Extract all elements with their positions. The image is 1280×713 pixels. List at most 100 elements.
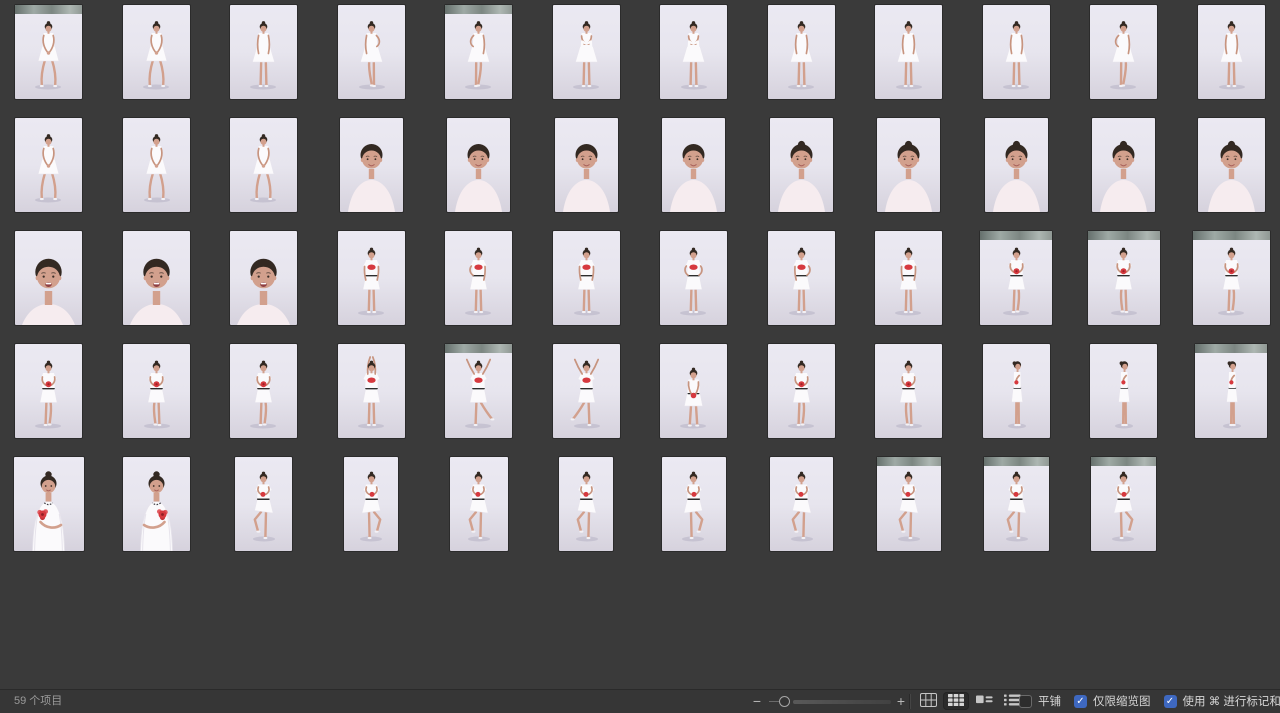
model-photo-figure: [347, 144, 395, 212]
photo-thumbnail[interactable]: [235, 457, 293, 551]
photo-thumbnail[interactable]: [660, 344, 728, 438]
photo-thumbnail[interactable]: [344, 457, 399, 551]
checkbox-option[interactable]: ✓ 仅限缩览图: [1074, 693, 1151, 709]
photo-thumbnail[interactable]: [122, 344, 190, 438]
thumbnail-cell: [1070, 5, 1178, 99]
photo-thumbnail[interactable]: [662, 118, 726, 212]
photo-thumbnail[interactable]: [1192, 231, 1270, 325]
photo-thumbnail[interactable]: [875, 5, 943, 99]
photo-thumbnail[interactable]: [230, 344, 298, 438]
photo-thumbnail[interactable]: [337, 344, 405, 438]
model-photo-figure: [357, 356, 384, 429]
photo-thumbnail[interactable]: [1197, 118, 1265, 212]
photo-thumbnail[interactable]: [15, 5, 83, 99]
photo-thumbnail[interactable]: [1090, 5, 1158, 99]
photo-thumbnail[interactable]: [769, 457, 833, 551]
checkbox-checked-icon[interactable]: ✓: [1163, 694, 1177, 708]
photo-thumbnail[interactable]: [552, 5, 620, 99]
photo-thumbnail[interactable]: [1090, 344, 1158, 438]
thumbnail-cell: [210, 457, 318, 551]
photo-thumbnail[interactable]: [982, 344, 1050, 438]
checkbox-option[interactable]: ✓ 使用 ⌘ 进行标记和评级: [1163, 693, 1280, 709]
photo-thumbnail[interactable]: [660, 5, 728, 99]
photo-thumbnail[interactable]: [445, 231, 513, 325]
checkbox-unchecked-icon[interactable]: [1019, 694, 1032, 708]
thumbnail-row: [0, 231, 1280, 325]
photo-thumbnail[interactable]: [767, 5, 835, 99]
checkbox-checked-icon[interactable]: ✓: [1074, 694, 1087, 708]
photo-thumbnail[interactable]: [1195, 344, 1268, 438]
photo-thumbnail[interactable]: [559, 457, 614, 551]
photo-thumbnail[interactable]: [122, 231, 190, 325]
photo-thumbnail[interactable]: [661, 457, 726, 551]
model-photo-figure: [250, 134, 277, 203]
photo-thumbnail[interactable]: [122, 118, 190, 212]
photo-thumbnail[interactable]: [230, 231, 298, 325]
model-photo-figure: [129, 258, 183, 325]
photo-browser-window: 59 个项目 − + 平铺 ✓ 仅限缩览图 ✓ 使用 ⌘ 进行标记和评级: [0, 0, 1280, 713]
model-photo-figure: [1112, 471, 1135, 542]
photo-thumbnail[interactable]: [552, 344, 620, 438]
photo-thumbnail[interactable]: [877, 118, 941, 212]
photo-thumbnail[interactable]: [337, 231, 405, 325]
photo-thumbnail[interactable]: [1091, 457, 1157, 551]
model-photo-figure: [32, 471, 66, 551]
grid-large-icon: [919, 692, 937, 710]
view-mode-grid-small-button[interactable]: [943, 692, 969, 710]
photo-thumbnail[interactable]: [876, 457, 941, 551]
view-mode-content-list-button[interactable]: [971, 692, 997, 710]
thumbnail-cell: [103, 457, 211, 551]
photo-thumbnail[interactable]: [767, 344, 835, 438]
photo-thumbnail[interactable]: [769, 118, 833, 212]
photo-thumbnail[interactable]: [1087, 231, 1160, 325]
photo-thumbnail[interactable]: [445, 344, 513, 438]
thumbnail-size-slider[interactable]: [767, 690, 891, 712]
thumbnail-cell: [640, 457, 748, 551]
photo-thumbnail[interactable]: [983, 457, 1049, 551]
model-photo-figure: [680, 247, 707, 316]
thumbnail-cell: [963, 457, 1071, 551]
photo-thumbnail[interactable]: [982, 5, 1050, 99]
photo-thumbnail[interactable]: [122, 457, 190, 551]
model-photo-figure: [455, 144, 503, 212]
photo-thumbnail[interactable]: [230, 5, 298, 99]
photo-thumbnail[interactable]: [875, 231, 943, 325]
photo-thumbnail[interactable]: [660, 231, 728, 325]
thumbnail-cell: [533, 118, 641, 212]
model-photo-figure: [573, 247, 600, 316]
photo-thumbnail[interactable]: [15, 344, 83, 438]
photo-thumbnail[interactable]: [445, 5, 513, 99]
photo-thumbnail[interactable]: [449, 457, 508, 551]
photo-thumbnail[interactable]: [337, 5, 405, 99]
photo-thumbnail[interactable]: [13, 457, 84, 551]
photo-thumbnail[interactable]: [1197, 5, 1265, 99]
photo-thumbnail[interactable]: [15, 231, 83, 325]
photo-thumbnail[interactable]: [230, 118, 298, 212]
thumbnail-cell: [425, 118, 533, 212]
photo-thumbnail[interactable]: [552, 231, 620, 325]
photo-thumbnail[interactable]: [980, 231, 1053, 325]
model-photo-figure: [680, 367, 707, 429]
photo-thumbnail[interactable]: [447, 118, 511, 212]
checkbox-option[interactable]: 平铺: [1019, 693, 1061, 709]
model-photo-figure: [898, 471, 921, 542]
photo-thumbnail[interactable]: [984, 118, 1048, 212]
photo-thumbnail[interactable]: [122, 5, 190, 99]
photo-thumbnail[interactable]: [15, 118, 83, 212]
photo-thumbnail[interactable]: [875, 344, 943, 438]
photo-thumbnail[interactable]: [1092, 118, 1156, 212]
view-mode-grid-large-button[interactable]: [915, 692, 941, 710]
model-photo-figure: [575, 471, 598, 542]
model-photo-figure: [1005, 471, 1028, 542]
zoom-out-button[interactable]: −: [750, 690, 764, 712]
photo-thumbnail[interactable]: [767, 231, 835, 325]
zoom-in-button[interactable]: +: [894, 690, 908, 712]
photo-thumbnail[interactable]: [339, 118, 403, 212]
photo-thumbnail[interactable]: [554, 118, 618, 212]
thumbnail-cell: [640, 5, 748, 99]
model-photo-figure: [788, 247, 815, 316]
slider-knob[interactable]: [779, 696, 790, 707]
model-photo-figure: [895, 247, 922, 316]
model-photo-figure: [143, 360, 170, 429]
thumbnail-row: [0, 344, 1280, 438]
